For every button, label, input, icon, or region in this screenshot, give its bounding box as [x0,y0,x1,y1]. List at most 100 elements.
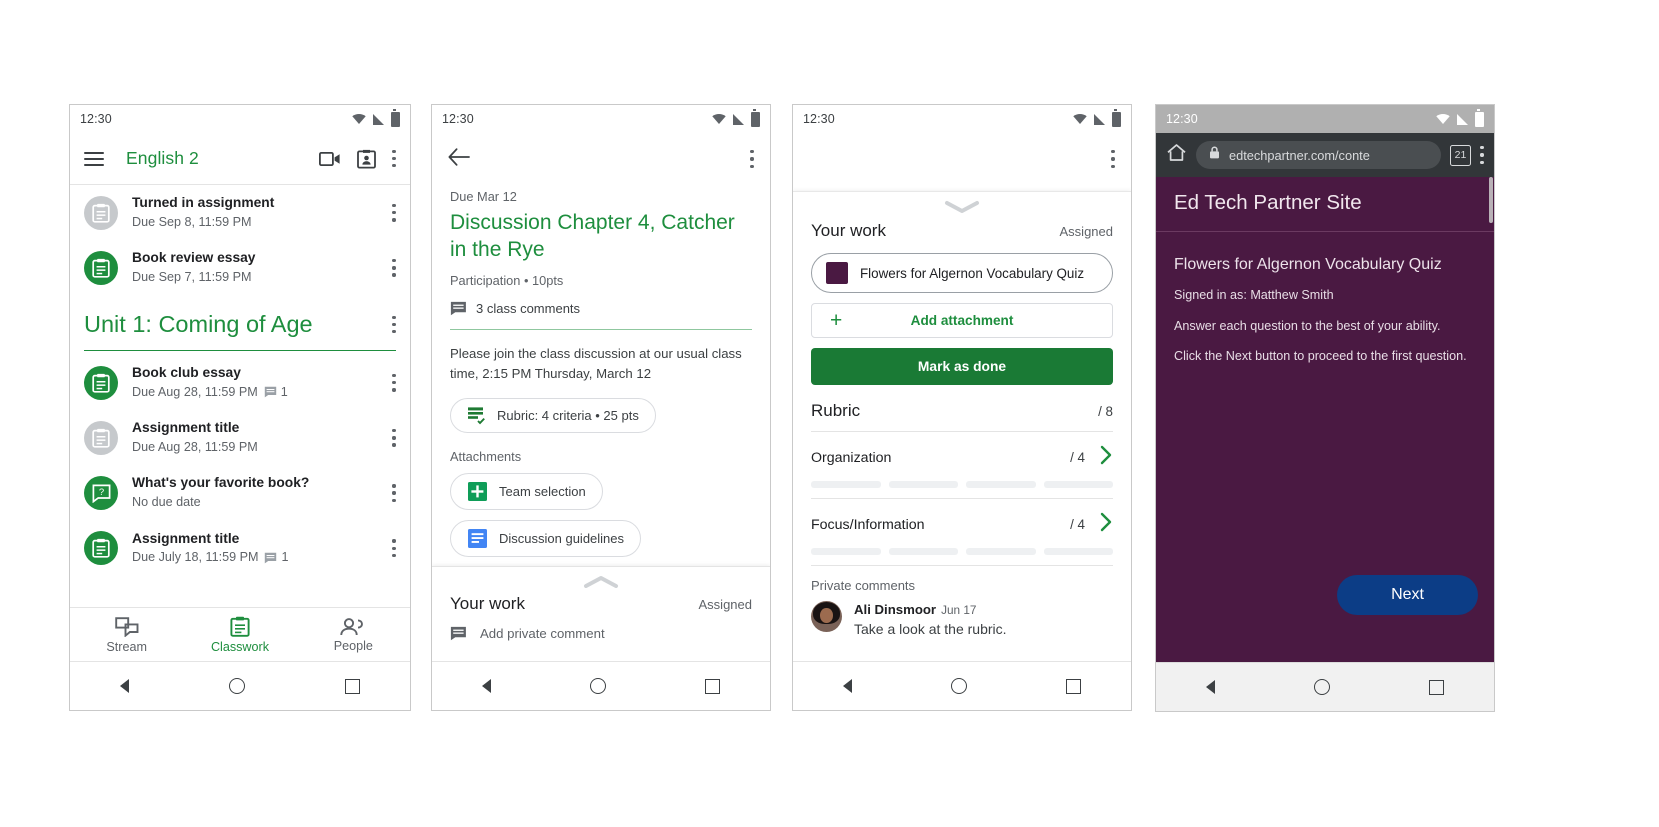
item-overflow-kebab-icon[interactable] [392,203,396,222]
list-item[interactable]: Assignment title Due Aug 28, 11:59 PM [70,410,410,465]
item-overflow-kebab-icon[interactable] [392,258,396,277]
back-arrow-icon[interactable] [448,147,470,171]
rubric-header: Rubric / 8 [793,385,1131,431]
scrollbar-thumb[interactable] [1489,177,1493,223]
list-item[interactable]: Turned in assignment Due Sep 8, 11:59 PM [70,185,410,240]
recents-square-icon[interactable] [1066,678,1082,694]
tab-classwork[interactable]: Classwork [183,616,296,654]
item-overflow-kebab-icon[interactable] [392,428,396,447]
android-system-nav [432,661,770,710]
back-triangle-icon[interactable] [120,679,129,693]
due-date: Due Mar 12 [450,189,517,204]
home-icon[interactable] [1166,143,1187,167]
video-camera-icon[interactable] [319,151,341,167]
add-attachment-button[interactable]: + Add attachment [811,303,1113,338]
tab-label: People [333,638,373,653]
stream-icon [114,616,139,637]
battery-icon [391,108,400,127]
rubric-criterion-focus-information[interactable]: Focus/Information / 4 [793,499,1131,565]
rubric-chip[interactable]: Rubric: 4 criteria • 25 pts [450,398,656,434]
item-subtitle: Due Aug 28, 11:59 PM 1 [132,384,392,402]
android-system-nav [70,661,410,710]
back-triangle-icon[interactable] [1205,680,1215,694]
chevron-down-icon[interactable] [793,192,1131,215]
signal-icon [373,113,384,125]
tab-count-button[interactable]: 21 [1450,144,1471,166]
comment-count: 1 [264,549,289,567]
kebab-icon[interactable] [750,150,754,168]
tab-stream[interactable]: Stream [70,616,183,654]
attachment-chip-team-selection[interactable]: Team selection [450,473,603,511]
kebab-icon[interactable] [1111,150,1115,168]
bottom-navigation: Stream Classwork People [70,607,410,662]
mark-as-done-button[interactable]: Mark as done [811,348,1113,385]
screenshot-stage: 12:30 English 2 Turned in assignment Due… [0,0,1659,827]
class-comments-label: 3 class comments [476,300,581,316]
comment-icon [450,626,466,641]
home-circle-icon[interactable] [1313,679,1330,695]
item-subtitle: No due date [132,495,201,510]
class-comments-link[interactable]: 3 class comments [450,301,752,316]
chevron-up-icon[interactable] [432,567,770,590]
kebab-icon[interactable] [1480,146,1484,164]
chevron-right-icon[interactable] [1099,445,1113,470]
unit-section: Unit 1: Coming of Age [70,296,410,351]
chevron-right-icon[interactable] [1099,512,1113,537]
rubric-criterion-organization[interactable]: Organization / 4 [793,432,1131,498]
recents-square-icon[interactable] [705,678,721,694]
status-bar: 12:30 [432,105,770,133]
phone-your-work-screen: 12:30 Your work Assigned Flowers for Alg… [792,104,1132,711]
status-icons [712,108,760,127]
tab-people[interactable]: People [297,617,410,653]
status-time: 12:30 [442,112,474,126]
list-item[interactable]: ? What's your favorite book? No due date [70,465,410,520]
comment-count: 1 [264,384,288,402]
work-attachment-chip[interactable]: Flowers for Algernon Vocabulary Quiz [811,253,1113,293]
item-title: Book club essay [132,364,241,380]
item-overflow-kebab-icon[interactable] [392,539,396,558]
detail-divider [450,328,752,330]
criterion-name: Focus/Information [811,516,925,533]
back-triangle-icon[interactable] [842,679,852,693]
list-item[interactable]: Book club essay Due Aug 28, 11:59 PM 1 [70,355,410,410]
next-button[interactable]: Next [1337,575,1478,615]
avatar [811,601,842,632]
attachment-chip-discussion-guidelines[interactable]: Discussion guidelines [450,520,642,558]
item-title: Turned in assignment [132,195,275,210]
recents-square-icon[interactable] [1429,679,1445,695]
item-overflow-kebab-icon[interactable] [392,484,396,503]
class-drive-icon[interactable] [357,149,376,169]
home-circle-icon[interactable] [229,678,245,694]
signal-icon [1457,113,1468,125]
status-time: 12:30 [1166,112,1198,126]
list-item[interactable]: Assignment title Due July 18, 11:59 PM 1 [70,521,410,576]
rubric-icon [468,407,485,425]
status-icons [1073,108,1121,127]
assignment-title: Discussion Chapter 4, Catcher in the Rye [450,211,735,261]
scrollbar[interactable] [1489,177,1493,663]
signal-icon [733,113,744,125]
instruction-line-1: Answer each question to the best of your… [1174,318,1441,333]
add-private-comment[interactable]: Add private comment [432,614,770,641]
comment-author: Ali Dinsmoor [854,602,937,617]
recents-square-icon[interactable] [345,678,360,694]
home-circle-icon[interactable] [950,678,967,694]
item-overflow-kebab-icon[interactable] [392,373,396,392]
app-bar: English 2 [70,133,410,185]
page-title: English 2 [126,148,199,168]
back-triangle-icon[interactable] [481,679,491,693]
address-bar[interactable]: edtechpartner.com/conte [1196,141,1441,169]
kebab-icon[interactable] [392,149,396,168]
rubric-chip-label: Rubric: 4 criteria • 25 pts [497,408,639,424]
top-assignment-list: Turned in assignment Due Sep 8, 11:59 PM… [70,185,410,296]
criterion-points: / 4 [1070,450,1085,465]
plus-icon: + [830,309,843,332]
list-item[interactable]: Book review essay Due Sep 7, 11:59 PM [70,240,410,295]
unit-overflow-kebab-icon[interactable] [392,315,396,334]
battery-icon [1112,108,1121,127]
item-subtitle: Due Sep 8, 11:59 PM [132,214,252,229]
home-circle-icon[interactable] [589,678,606,694]
item-subtitle: Due July 18, 11:59 PM 1 [132,549,392,567]
hamburger-icon[interactable] [84,151,104,166]
attachment-label: Team selection [499,484,586,500]
